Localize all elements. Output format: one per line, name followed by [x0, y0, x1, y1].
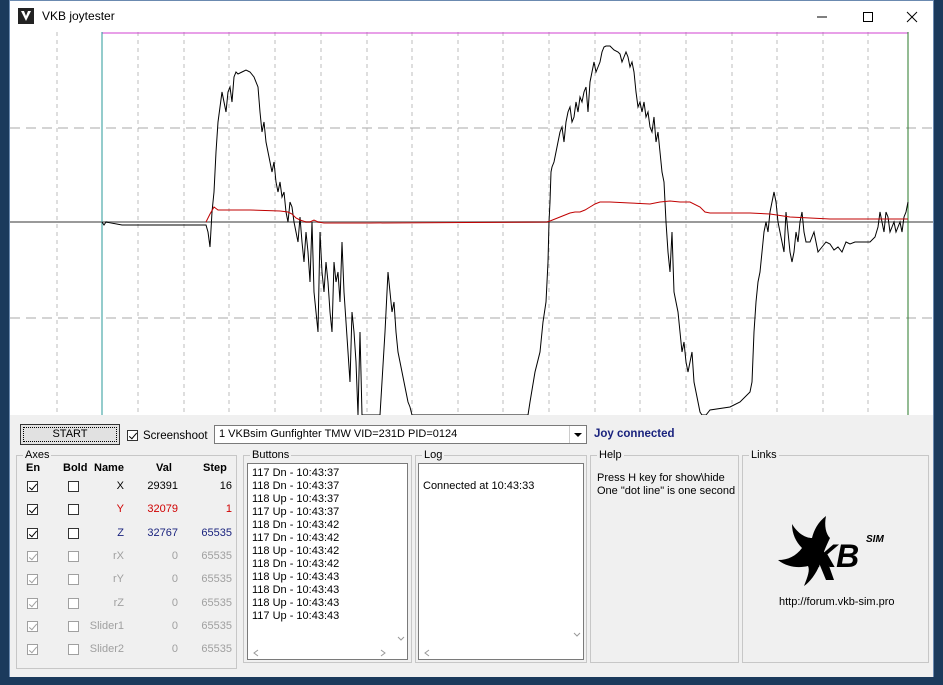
axes-group-title: Axes: [23, 449, 52, 461]
axis-enable-checkbox[interactable]: [27, 528, 38, 539]
log-box[interactable]: Connected at 10:43:33: [418, 463, 584, 660]
list-item[interactable]: 117 Dn - 10:43:42: [252, 532, 339, 544]
header-val: Val: [156, 462, 172, 474]
axis-value: 29391: [147, 480, 178, 492]
axis-bold-checkbox[interactable]: [68, 621, 79, 632]
help-group-title: Help: [597, 449, 624, 461]
list-item[interactable]: 118 Dn - 10:43:42: [252, 558, 339, 570]
logo-sup: SIM: [866, 534, 884, 545]
axis-enable-checkbox[interactable]: [27, 644, 38, 655]
header-name: Name: [94, 462, 124, 474]
list-item[interactable]: 118 Up - 10:43:43: [252, 597, 339, 609]
links-group-title: Links: [749, 449, 779, 461]
axis-bold-checkbox[interactable]: [68, 574, 79, 585]
axis-bold-checkbox[interactable]: [68, 644, 79, 655]
start-button[interactable]: START: [20, 424, 120, 445]
axis-enable-checkbox[interactable]: [27, 621, 38, 632]
log-hscroll[interactable]: [419, 647, 571, 659]
list-item[interactable]: 118 Up - 10:43:37: [252, 493, 339, 505]
list-item[interactable]: 117 Dn - 10:43:37: [252, 467, 339, 479]
screenshot-label: Screenshoot: [143, 430, 208, 442]
axis-bold-checkbox[interactable]: [68, 598, 79, 609]
axis-graph: [10, 32, 933, 416]
buttons-list[interactable]: 117 Dn - 10:43:37 118 Dn - 10:43:37 118 Up…: [247, 463, 408, 660]
axis-value: 0: [171, 643, 178, 655]
axis-enable-checkbox[interactable]: [27, 504, 38, 515]
buttons-group-title: Buttons: [250, 449, 292, 461]
buttons-hscroll[interactable]: [248, 647, 395, 659]
axis-name: Slider2: [89, 643, 124, 655]
axis-value: 0: [171, 597, 178, 609]
axis-step: 65535: [201, 527, 232, 539]
axis-x-trace: [101, 45, 909, 416]
axis-name: Z: [117, 527, 124, 539]
list-item[interactable]: 117 Up - 10:43:37: [252, 506, 339, 518]
axis-step: 1: [225, 503, 232, 515]
list-item[interactable]: 118 Dn - 10:43:37: [252, 480, 339, 492]
title-bar[interactable]: VKB joytester: [10, 1, 933, 32]
axis-step: 65535: [201, 620, 232, 632]
axis-graph-canvas: [10, 32, 933, 416]
axis-step: 65535: [201, 550, 232, 562]
axis-value: 32767: [147, 527, 178, 539]
forum-link[interactable]: http://forum.vkb-sim.pro: [779, 596, 895, 608]
chevron-down-icon[interactable]: [569, 426, 586, 443]
axis-step: 65535: [201, 643, 232, 655]
axis-bold-checkbox[interactable]: [68, 504, 79, 515]
header-en: En: [26, 462, 41, 474]
axis-enable-checkbox[interactable]: [27, 551, 38, 562]
axis-value: 0: [171, 620, 178, 632]
control-panel: START Screenshoot 1 VKBsim Gunfighter TM…: [10, 415, 933, 677]
axes-group: Axes: [16, 449, 237, 669]
device-select-value: 1 VKBsim Gunfighter TMW VID=231D PID=012…: [219, 428, 458, 440]
list-item[interactable]: 118 Up - 10:43:43: [252, 571, 339, 583]
axis-step: 65535: [201, 597, 232, 609]
axis-step: 16: [219, 480, 232, 492]
axis-name: rZ: [113, 597, 124, 609]
log-vscroll[interactable]: [571, 464, 583, 659]
list-item[interactable]: 118 Up - 10:43:42: [252, 545, 339, 557]
buttons-vscroll[interactable]: [395, 464, 407, 659]
axis-enable-checkbox[interactable]: [27, 574, 38, 585]
log-group-title: Log: [422, 449, 445, 461]
axis-name: Slider1: [89, 620, 124, 632]
list-item[interactable]: 118 Dn - 10:43:42: [252, 519, 339, 531]
maximize-icon: [863, 12, 873, 22]
axis-name: X: [116, 480, 124, 492]
help-line-2: One "dot line" is one second: [597, 485, 736, 497]
connection-status: Joy connected: [594, 428, 675, 440]
minimize-icon: [817, 16, 827, 18]
screenshot-checkbox[interactable]: [127, 430, 138, 441]
axis-bold-checkbox[interactable]: [68, 481, 79, 492]
axis-bold-checkbox[interactable]: [68, 551, 79, 562]
close-icon: [906, 11, 918, 23]
header-step: Step: [203, 462, 227, 474]
axis-value: 0: [171, 573, 178, 585]
vkbsim-logo[interactable]: KB SIM: [774, 512, 904, 590]
axis-value: 32079: [147, 503, 178, 515]
app-window: VKB joytester START Screenshoot 1 VKBsim…: [9, 0, 934, 677]
axis-enable-checkbox[interactable]: [27, 598, 38, 609]
axis-bold-checkbox[interactable]: [68, 528, 79, 539]
time-grid: [56, 32, 869, 415]
close-button[interactable]: [889, 1, 935, 32]
window-title: VKB joytester: [42, 9, 115, 23]
axis-step: 65535: [201, 573, 232, 585]
axis-name: rX: [113, 550, 124, 562]
axis-name: rY: [113, 573, 124, 585]
device-select[interactable]: 1 VKBsim Gunfighter TMW VID=231D PID=012…: [214, 425, 587, 444]
maximize-button[interactable]: [845, 1, 891, 32]
list-item[interactable]: 118 Dn - 10:43:43: [252, 584, 339, 596]
vkb-app-icon: [18, 8, 34, 24]
list-item[interactable]: 117 Up - 10:43:43: [252, 610, 339, 622]
axis-enable-checkbox[interactable]: [27, 481, 38, 492]
log-text: Connected at 10:43:33: [423, 480, 535, 492]
header-bold: Bold: [63, 462, 88, 474]
help-line-1: Press H key for show\hide: [597, 472, 725, 484]
logo-text: KB: [814, 538, 859, 574]
axis-value: 0: [171, 550, 178, 562]
axis-name: Y: [116, 503, 124, 515]
minimize-button[interactable]: [799, 1, 845, 32]
